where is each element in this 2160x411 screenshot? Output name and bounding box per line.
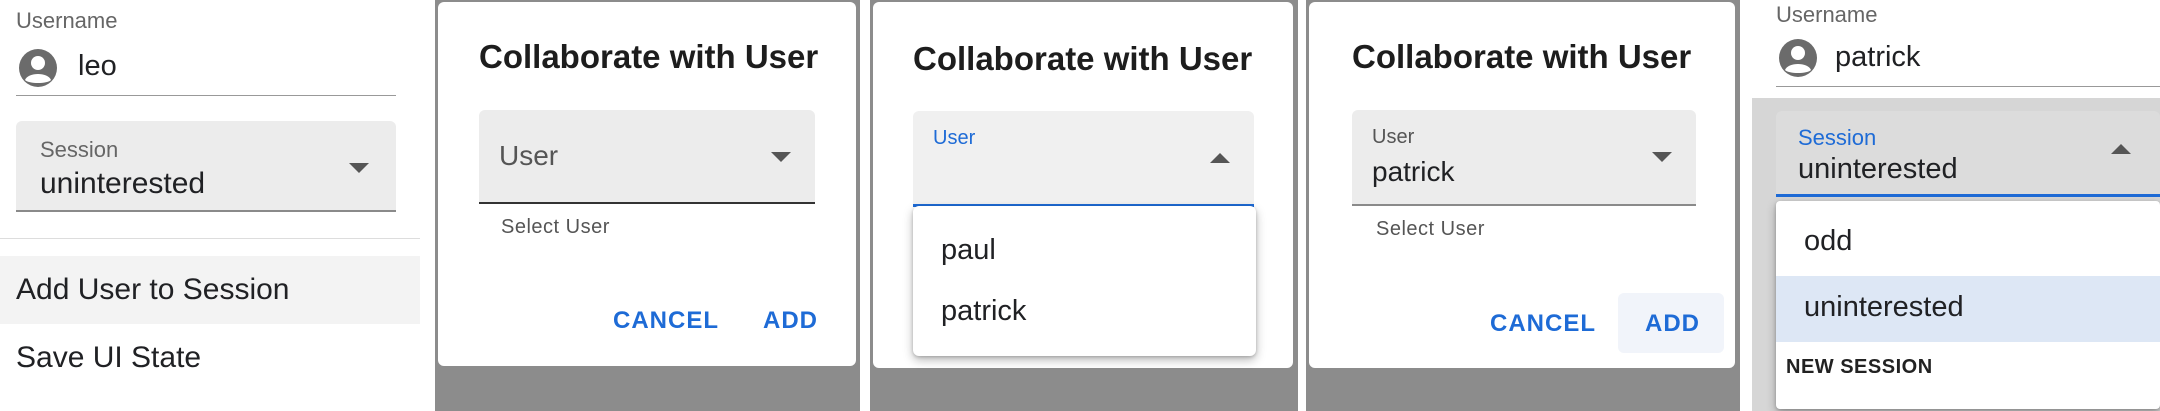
- dialog-title: Collaborate with User: [913, 40, 1253, 77]
- menu-item-label: Add User to Session: [16, 273, 290, 306]
- user-select[interactable]: User: [913, 111, 1254, 205]
- user-select[interactable]: User patrick: [1352, 110, 1696, 204]
- helper-text: Select User: [1376, 218, 1485, 240]
- session-options-menu: odd uninterested NEW SESSION: [1776, 201, 2160, 409]
- avatar-icon: [1778, 38, 1818, 78]
- cancel-button[interactable]: CANCEL: [1490, 310, 1596, 338]
- menu-item-save-ui[interactable]: Save UI State: [0, 324, 420, 392]
- dialog-title: Collaborate with User: [479, 38, 819, 75]
- session-value: uninterested: [1798, 153, 1958, 185]
- new-session-button[interactable]: NEW SESSION: [1786, 356, 1933, 379]
- menu-divider: [0, 238, 420, 239]
- session-underline: [16, 210, 396, 212]
- option-odd[interactable]: odd: [1804, 225, 1852, 258]
- username-value[interactable]: patrick: [1835, 41, 1920, 74]
- panel-session-dropdown: Username patrick Session uninterested od…: [1752, 0, 2160, 411]
- dialog-title: Collaborate with User: [1352, 38, 1692, 75]
- username-label: Username: [1776, 2, 1878, 27]
- chevron-down-icon: [771, 152, 791, 162]
- chevron-up-icon: [2111, 144, 2131, 154]
- option-uninterested-row[interactable]: uninterested: [1776, 276, 2160, 342]
- collaborate-dialog: Collaborate with User User patrick Selec…: [1309, 2, 1735, 368]
- session-label: Session: [1798, 125, 1877, 150]
- user-label: User: [1372, 126, 1415, 148]
- username-underline: [1776, 86, 2160, 87]
- cancel-button[interactable]: CANCEL: [613, 307, 719, 335]
- user-underline: [479, 202, 815, 204]
- add-button[interactable]: ADD: [1645, 310, 1700, 338]
- panel-dialog-empty: Collaborate with User User Select User C…: [435, 0, 860, 411]
- session-label: Session: [40, 137, 119, 162]
- user-select[interactable]: User: [479, 110, 815, 202]
- user-placeholder: User: [499, 140, 559, 171]
- option-patrick[interactable]: patrick: [941, 295, 1026, 328]
- username-underline: [16, 95, 396, 96]
- session-select[interactable]: Session uninterested: [1776, 111, 2160, 195]
- panel-session-menu: Username leo Session uninterested Add Us…: [0, 0, 430, 411]
- option-paul[interactable]: paul: [941, 234, 996, 267]
- avatar-icon: [18, 48, 58, 88]
- user-underline: [1352, 204, 1696, 206]
- session-value: uninterested: [40, 167, 206, 200]
- session-underline-focused: [1776, 194, 2160, 197]
- panel-dialog-dropdown: Collaborate with User User paul patrick: [870, 0, 1298, 411]
- user-label: User: [933, 127, 976, 149]
- session-select[interactable]: Session uninterested: [16, 121, 396, 211]
- option-uninterested: uninterested: [1804, 291, 1964, 323]
- menu-item-label: Save UI State: [16, 341, 202, 374]
- username-value[interactable]: leo: [78, 50, 117, 83]
- chevron-up-icon: [1210, 153, 1230, 163]
- panel-dialog-selected: Collaborate with User User patrick Selec…: [1306, 0, 1740, 411]
- username-label: Username: [16, 8, 118, 33]
- user-options-menu: paul patrick: [913, 206, 1256, 356]
- collaborate-dialog: Collaborate with User User Select User C…: [438, 2, 856, 366]
- helper-text: Select User: [501, 216, 610, 238]
- user-value: patrick: [1372, 156, 1455, 187]
- add-button[interactable]: ADD: [763, 307, 818, 335]
- chevron-down-icon: [349, 163, 369, 173]
- menu-item-add-user[interactable]: Add User to Session: [0, 256, 420, 324]
- chevron-down-icon: [1652, 152, 1672, 162]
